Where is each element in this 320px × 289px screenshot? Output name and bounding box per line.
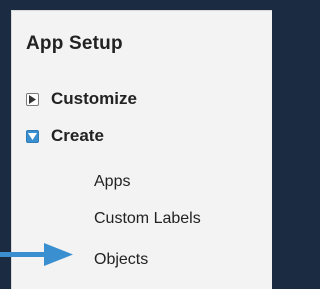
tree-node-label: Create [51,126,104,145]
tree-child-custom-labels[interactable]: Custom Labels [94,210,201,228]
tree-child-apps[interactable]: Apps [94,173,130,191]
collapse-icon[interactable] [26,129,39,143]
right-arrow-icon [0,243,73,266]
tree-node-create[interactable]: Create [26,126,104,146]
expand-icon[interactable] [26,92,39,106]
panel-title: App Setup [26,33,123,54]
tree-node-label: Customize [51,89,137,108]
tree-node-customize[interactable]: Customize [26,89,137,109]
tree-child-objects[interactable]: Objects [94,251,148,269]
